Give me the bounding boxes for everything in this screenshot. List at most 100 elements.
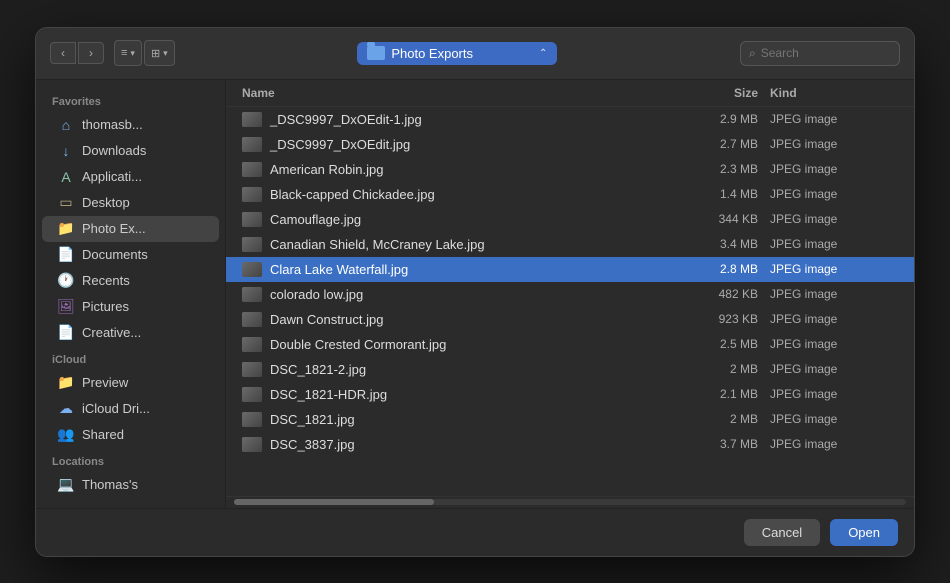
sidebar-item-label: Thomas's xyxy=(82,477,138,492)
sidebar-item-thomasb[interactable]: ⌂ thomasb... xyxy=(42,112,219,138)
sidebar-item-downloads[interactable]: ↓ Downloads xyxy=(42,138,219,164)
table-row[interactable]: Canadian Shield, McCraney Lake.jpg 3.4 M… xyxy=(226,232,914,257)
location-chevron-icon: ⌃ xyxy=(539,48,547,59)
table-row[interactable]: American Robin.jpg 2.3 MB JPEG image xyxy=(226,157,914,182)
grid-view-button[interactable]: ⊞ ▾ xyxy=(144,40,175,66)
open-file-dialog: ‹ › ≡ ▾ ⊞ ▾ Photo Exports ⌃ ⌕ xyxy=(35,27,915,557)
file-name-cell: DSC_1821.jpg xyxy=(242,412,658,427)
location-selector[interactable]: Photo Exports ⌃ xyxy=(357,42,557,65)
table-row[interactable]: colorado low.jpg 482 KB JPEG image xyxy=(226,282,914,307)
computer-icon: 💻 xyxy=(58,477,74,493)
sidebar-item-label: Preview xyxy=(82,375,128,390)
file-list: _DSC9997_DxOEdit-1.jpg 2.9 MB JPEG image… xyxy=(226,107,914,496)
file-name: _DSC9997_DxOEdit.jpg xyxy=(270,137,410,152)
file-kind: JPEG image xyxy=(758,137,898,151)
file-name-cell: DSC_3837.jpg xyxy=(242,437,658,452)
sidebar-item-documents[interactable]: 📄 Documents xyxy=(42,242,219,268)
file-name: DSC_3837.jpg xyxy=(270,437,355,452)
file-list-header: Name Size Kind xyxy=(226,80,914,107)
desktop-icon: ▭ xyxy=(58,195,74,211)
file-kind: JPEG image xyxy=(758,437,898,451)
file-size: 2.9 MB xyxy=(658,112,758,126)
file-thumbnail xyxy=(242,187,262,202)
table-row[interactable]: _DSC9997_DxOEdit-1.jpg 2.9 MB JPEG image xyxy=(226,107,914,132)
search-icon: ⌕ xyxy=(749,46,756,61)
sidebar-item-creative[interactable]: 📄 Creative... xyxy=(42,320,219,346)
file-name-cell: Camouflage.jpg xyxy=(242,212,658,227)
file-kind: JPEG image xyxy=(758,387,898,401)
sidebar-item-recents[interactable]: 🕐 Recents xyxy=(42,268,219,294)
search-input[interactable] xyxy=(761,46,891,60)
table-row[interactable]: _DSC9997_DxOEdit.jpg 2.7 MB JPEG image xyxy=(226,132,914,157)
file-size: 344 KB xyxy=(658,212,758,226)
table-row[interactable]: DSC_1821.jpg 2 MB JPEG image xyxy=(226,407,914,432)
sidebar-item-pictures[interactable]: 🖼 Pictures xyxy=(42,294,219,320)
file-kind: JPEG image xyxy=(758,412,898,426)
preview-icon: 📁 xyxy=(58,375,74,391)
back-button[interactable]: ‹ xyxy=(50,42,76,64)
sidebar-item-photo-exports[interactable]: 📁 Photo Ex... xyxy=(42,216,219,242)
col-size-header: Size xyxy=(658,86,758,100)
sidebar-item-label: Shared xyxy=(82,427,124,442)
folder-icon: 📁 xyxy=(58,221,74,237)
table-row[interactable]: DSC_1821-2.jpg 2 MB JPEG image xyxy=(226,357,914,382)
sidebar-item-icloud-drive[interactable]: ☁ iCloud Dri... xyxy=(42,396,219,422)
table-row[interactable]: Black-capped Chickadee.jpg 1.4 MB JPEG i… xyxy=(226,182,914,207)
file-name-cell: colorado low.jpg xyxy=(242,287,658,302)
file-size: 923 KB xyxy=(658,312,758,326)
file-thumbnail xyxy=(242,212,262,227)
table-row[interactable]: Camouflage.jpg 344 KB JPEG image xyxy=(226,207,914,232)
location-bar: Photo Exports ⌃ xyxy=(185,42,730,65)
list-icon: ≡ xyxy=(121,47,127,59)
sidebar-item-label: Recents xyxy=(82,273,130,288)
file-name: American Robin.jpg xyxy=(270,162,383,177)
file-size: 2.5 MB xyxy=(658,337,758,351)
file-name: DSC_1821-2.jpg xyxy=(270,362,366,377)
sidebar-item-applications[interactable]: A Applicati... xyxy=(42,164,219,190)
icloud-label: iCloud xyxy=(36,346,225,370)
forward-button[interactable]: › xyxy=(78,42,104,64)
file-kind: JPEG image xyxy=(758,212,898,226)
list-view-button[interactable]: ≡ ▾ xyxy=(114,40,142,66)
sidebar-item-preview[interactable]: 📁 Preview xyxy=(42,370,219,396)
table-row[interactable]: Double Crested Cormorant.jpg 2.5 MB JPEG… xyxy=(226,332,914,357)
sidebar-item-desktop[interactable]: ▭ Desktop xyxy=(42,190,219,216)
file-kind: JPEG image xyxy=(758,312,898,326)
sidebar-item-thomass[interactable]: 💻 Thomas's xyxy=(42,472,219,498)
file-kind: JPEG image xyxy=(758,262,898,276)
horizontal-scrollbar[interactable] xyxy=(226,496,914,508)
file-kind: JPEG image xyxy=(758,162,898,176)
file-thumbnail xyxy=(242,112,262,127)
file-size: 3.4 MB xyxy=(658,237,758,251)
file-kind: JPEG image xyxy=(758,237,898,251)
file-name: colorado low.jpg xyxy=(270,287,363,302)
search-bar[interactable]: ⌕ xyxy=(740,41,900,66)
sidebar-item-label: Documents xyxy=(82,247,148,262)
table-row[interactable]: DSC_3837.jpg 3.7 MB JPEG image xyxy=(226,432,914,457)
main-content: Favorites ⌂ thomasb... ↓ Downloads A App… xyxy=(36,80,914,508)
file-name-cell: Dawn Construct.jpg xyxy=(242,312,658,327)
cancel-button[interactable]: Cancel xyxy=(744,519,820,546)
file-name: Black-capped Chickadee.jpg xyxy=(270,187,435,202)
open-button[interactable]: Open xyxy=(830,519,898,546)
file-thumbnail xyxy=(242,337,262,352)
table-row[interactable]: Dawn Construct.jpg 923 KB JPEG image xyxy=(226,307,914,332)
sidebar-item-label: Creative... xyxy=(82,325,141,340)
sidebar-item-shared[interactable]: 👥 Shared xyxy=(42,422,219,448)
file-size: 482 KB xyxy=(658,287,758,301)
col-kind-header: Kind xyxy=(758,86,898,100)
icloud-icon: ☁ xyxy=(58,401,74,417)
sidebar-item-label: Downloads xyxy=(82,143,146,158)
file-size: 2.7 MB xyxy=(658,137,758,151)
table-row[interactable]: Clara Lake Waterfall.jpg 2.8 MB JPEG ima… xyxy=(226,257,914,282)
file-name-cell: American Robin.jpg xyxy=(242,162,658,177)
shared-icon: 👥 xyxy=(58,427,74,443)
file-thumbnail xyxy=(242,412,262,427)
location-label: Photo Exports xyxy=(391,46,473,61)
list-chevron: ▾ xyxy=(130,48,135,59)
sidebar-item-label: thomasb... xyxy=(82,117,143,132)
scrollbar-thumb[interactable] xyxy=(234,499,434,505)
file-thumbnail xyxy=(242,162,262,177)
file-size: 2 MB xyxy=(658,362,758,376)
table-row[interactable]: DSC_1821-HDR.jpg 2.1 MB JPEG image xyxy=(226,382,914,407)
